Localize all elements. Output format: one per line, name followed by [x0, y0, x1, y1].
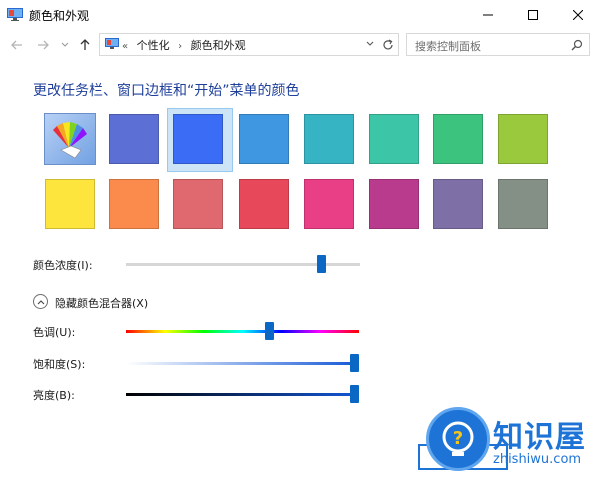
control-panel-icon: [7, 8, 23, 21]
color-swatch[interactable]: [498, 114, 548, 164]
color-swatch-automatic[interactable]: [44, 113, 96, 165]
page-title: 更改任务栏、窗口边框和“开始”菜单的颜色: [33, 83, 300, 99]
overflow-chevron-icon[interactable]: «: [122, 41, 128, 52]
color-swatch[interactable]: [433, 179, 483, 229]
chevron-down-icon: [61, 42, 69, 47]
minimize-icon: [482, 14, 493, 16]
collapse-mixer-button[interactable]: [33, 294, 48, 309]
question-bulb-icon: ?: [442, 421, 474, 456]
maximize-button[interactable]: [510, 0, 555, 30]
chevron-up-icon: [37, 299, 44, 304]
search-input[interactable]: 搜索控制面板: [415, 38, 481, 54]
mixer-toggle-label[interactable]: 隐藏颜色混合器(X): [55, 295, 148, 311]
up-arrow-icon: [80, 39, 90, 50]
color-swatch[interactable]: [369, 179, 419, 229]
breadcrumb-separator-icon[interactable]: ›: [178, 41, 182, 52]
chevron-down-icon[interactable]: [366, 41, 374, 47]
search-icon: [571, 39, 583, 51]
color-swatch[interactable]: [433, 114, 483, 164]
intensity-label: 颜色浓度(I):: [33, 259, 93, 272]
color-swatch[interactable]: [304, 179, 354, 229]
close-icon: [572, 10, 583, 20]
breadcrumb: « 个性化 › 颜色和外观: [122, 37, 251, 53]
svg-text:?: ?: [453, 428, 463, 449]
up-button[interactable]: [78, 36, 92, 54]
title-bar: 颜色和外观: [0, 0, 600, 30]
color-swatch[interactable]: [173, 179, 223, 229]
color-swatch[interactable]: [498, 179, 548, 229]
watermark-logo-icon: ?: [426, 407, 490, 471]
color-palette-icon: [45, 114, 95, 164]
back-arrow-icon: [11, 40, 22, 50]
forward-arrow-icon: [38, 40, 49, 50]
refresh-icon: [382, 38, 393, 49]
hue-label: 色调(U):: [33, 326, 76, 339]
hue-slider-thumb[interactable]: [264, 322, 274, 340]
control-panel-icon: [105, 38, 119, 49]
recent-locations-button[interactable]: [60, 36, 70, 54]
watermark-brand: 知识屋: [493, 420, 586, 455]
color-swatch[interactable]: [239, 114, 289, 164]
color-swatch[interactable]: [109, 179, 159, 229]
window-title: 颜色和外观: [29, 9, 90, 23]
brightness-slider-track[interactable]: [126, 393, 359, 396]
forward-button[interactable]: [36, 36, 50, 54]
close-button[interactable]: [555, 0, 600, 30]
search-box[interactable]: 搜索控制面板: [406, 33, 590, 56]
saturation-slider-thumb[interactable]: [350, 354, 359, 372]
watermark-url: zhishiwu.com: [493, 452, 582, 467]
back-button[interactable]: [10, 36, 24, 54]
maximize-icon: [527, 10, 538, 20]
saturation-label: 饱和度(S):: [33, 358, 86, 371]
color-swatch[interactable]: [109, 114, 159, 164]
brightness-label: 亮度(B):: [33, 389, 75, 402]
address-bar[interactable]: « 个性化 › 颜色和外观: [99, 33, 399, 56]
breadcrumb-item-personalization[interactable]: 个性化: [137, 39, 170, 52]
color-swatch[interactable]: [45, 179, 95, 229]
minimize-button[interactable]: [465, 0, 510, 30]
color-swatch[interactable]: [173, 114, 223, 164]
hue-slider-track[interactable]: [126, 330, 359, 333]
brightness-slider-thumb[interactable]: [350, 385, 359, 403]
intensity-slider-thumb[interactable]: [317, 255, 327, 273]
color-swatch[interactable]: [304, 114, 354, 164]
color-swatch[interactable]: [239, 179, 289, 229]
saturation-slider-track[interactable]: [126, 362, 359, 365]
refresh-button[interactable]: [377, 33, 399, 56]
breadcrumb-item-color-appearance[interactable]: 颜色和外观: [191, 39, 246, 52]
color-swatch[interactable]: [369, 114, 419, 164]
